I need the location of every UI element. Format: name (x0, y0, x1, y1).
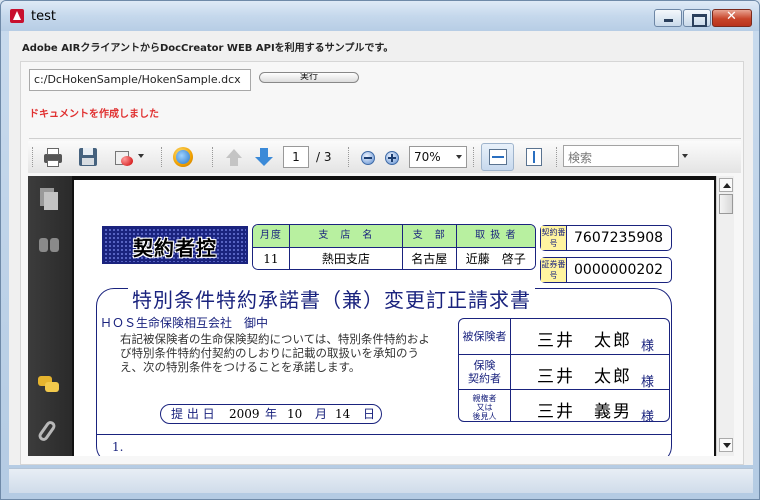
party-label: 被保険者 (459, 319, 511, 354)
certificate-number-value: 0000000202 (574, 262, 664, 278)
stamp-box: 契約者控 (102, 226, 248, 264)
comments-icon[interactable] (38, 374, 60, 396)
paperclip-icon[interactable] (36, 419, 60, 443)
client-area: Adobe AIRクライアントからDocCreator WEB APIを利用する… (9, 31, 753, 465)
toolbar-grip (32, 147, 34, 167)
party-label: 親権者 又は 後見人 (459, 390, 511, 421)
scroll-down-icon[interactable] (719, 438, 733, 452)
zoom-out-icon[interactable] (358, 147, 378, 167)
party-row-guardian: 親権者 又は 後見人 三井 義男 様 (459, 389, 669, 422)
party-honorific: 様 (641, 410, 655, 422)
submission-date: 提 出 日 2009 年 10 月 14 日 (160, 404, 382, 424)
status-message: ドキュメントを作成しました (29, 109, 159, 120)
page-total: / 3 (316, 150, 332, 164)
adobe-air-icon (10, 9, 24, 23)
header-description: Adobe AIRクライアントからDocCreator WEB APIを利用する… (22, 43, 394, 54)
fit-page-icon[interactable] (524, 147, 544, 167)
next-page-icon[interactable] (254, 147, 274, 167)
save-icon[interactable] (78, 147, 98, 167)
export-dropdown-caret-icon[interactable] (138, 154, 144, 158)
search-input[interactable]: 検索 (563, 145, 679, 167)
date-year-unit: 年 (265, 407, 278, 421)
viewer-side-panel (28, 176, 72, 456)
toolbar-separator (473, 147, 475, 167)
certificate-number-box: 証券番号 0000000202 (540, 257, 672, 283)
vertical-scrollbar[interactable] (716, 176, 734, 456)
pages-panel-icon[interactable] (38, 188, 60, 210)
consent-text: 右記被保険者の生命保険契約については、特別条件特約および特別条件特約付契約のしお… (120, 332, 430, 374)
contract-number-label: 契約番号 (541, 226, 567, 250)
date-day: 14 (335, 407, 351, 421)
stamp-text: 契約者控 (133, 236, 217, 260)
date-day-unit: 日 (363, 407, 376, 421)
window-title: test (31, 9, 56, 24)
document-title: 特別条件特約承諾書（兼）変更訂正請求書 (128, 284, 535, 313)
party-table: 被保険者 三井 太郎 様 保険 契約者 三井 太郎 様 親権者 又は 後見人 三… (458, 318, 670, 422)
search-dropdown-caret-icon[interactable] (682, 154, 688, 158)
party-name: 三井 太郎 (537, 331, 632, 351)
document-properties-icon[interactable] (173, 147, 193, 167)
header-cell: 支 店 名 (290, 225, 403, 247)
date-year: 2009 (229, 407, 260, 421)
table-cell: 近藤 啓子 (465, 252, 526, 266)
file-path-input[interactable]: c:/DcHokenSample/HokenSample.dcx (29, 69, 251, 91)
status-bar (9, 468, 753, 493)
page-number-input[interactable]: 1 (283, 146, 309, 168)
certificate-number-label: 証券番号 (541, 258, 567, 282)
branch-table: 月度 支 店 名 支 部 取 扱 者 11 熱田支店 名古屋 近藤 啓子 (252, 224, 536, 270)
viewer-toolbar: 1 / 3 70% 検索 (28, 141, 741, 173)
company-name: ＨＯＳ生命保険相互会社 御中 (100, 316, 269, 330)
export-icon[interactable] (114, 147, 134, 167)
execute-button[interactable]: 実行 (259, 72, 359, 83)
title-bar[interactable]: test (1, 1, 759, 31)
minimize-button[interactable] (654, 9, 682, 27)
divider (96, 434, 672, 435)
toolbar-separator (212, 147, 214, 167)
table-cell: 名古屋 (403, 248, 457, 269)
maximize-button[interactable] (683, 9, 711, 27)
close-button[interactable] (712, 9, 752, 27)
table-cell: 熱田支店 (290, 248, 403, 269)
party-label: 保険 契約者 (459, 355, 511, 389)
header-cell: 月度 (253, 225, 290, 247)
binoculars-icon[interactable] (38, 234, 60, 256)
previous-page-icon[interactable] (224, 147, 244, 167)
item-number: 1. (112, 440, 124, 454)
print-icon[interactable] (42, 147, 62, 167)
branch-table-header: 月度 支 店 名 支 部 取 扱 者 (253, 225, 535, 247)
date-label: 提 出 日 (171, 407, 215, 421)
party-honorific: 様 (641, 375, 655, 390)
date-month-unit: 月 (315, 407, 328, 421)
document-viewer: 契約者控 月度 支 店 名 支 部 取 扱 者 11 熱田支店 名古屋 近藤 啓… (28, 176, 734, 456)
app-window: test Adobe AIRクライアントからDocCreator WEB API… (0, 0, 760, 500)
toolbar-separator (161, 147, 163, 167)
header-cell: 支 部 (403, 225, 457, 247)
toolbar-separator (556, 147, 558, 167)
contract-number-box: 契約番号 7607235908 (540, 225, 672, 251)
branch-table-row: 11 熱田支店 名古屋 近藤 啓子 (253, 248, 535, 269)
zoom-in-icon[interactable] (382, 147, 402, 167)
divider (29, 138, 741, 139)
toolbar-separator (348, 147, 350, 167)
zoom-dropdown-caret-icon[interactable] (456, 155, 462, 159)
date-month: 10 (287, 407, 303, 421)
scroll-thumb[interactable] (719, 194, 733, 214)
scroll-up-icon[interactable] (719, 178, 733, 192)
header-cell: 取 扱 者 (475, 230, 517, 241)
table-cell: 11 (253, 248, 290, 269)
party-name: 三井 義男 (537, 402, 632, 422)
contract-number-value: 7607235908 (574, 230, 664, 246)
party-honorific: 様 (641, 339, 655, 354)
document-page: 契約者控 月度 支 店 名 支 部 取 扱 者 11 熱田支店 名古屋 近藤 啓… (74, 180, 714, 456)
party-name: 三井 太郎 (537, 367, 632, 387)
party-row-insured: 被保険者 三井 太郎 様 (459, 319, 669, 354)
fit-width-button[interactable] (481, 143, 514, 171)
party-row-policyholder: 保険 契約者 三井 太郎 様 (459, 354, 669, 390)
